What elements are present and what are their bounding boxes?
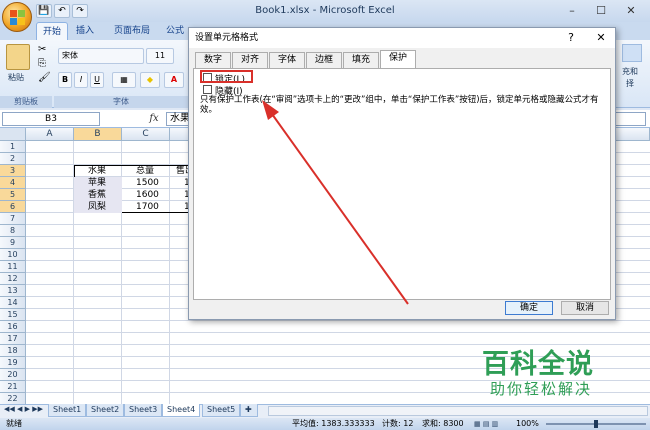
annotation-arrow [262, 100, 409, 305]
annotation-arrow-line [271, 113, 409, 305]
annotation-arrow-head [262, 100, 279, 120]
